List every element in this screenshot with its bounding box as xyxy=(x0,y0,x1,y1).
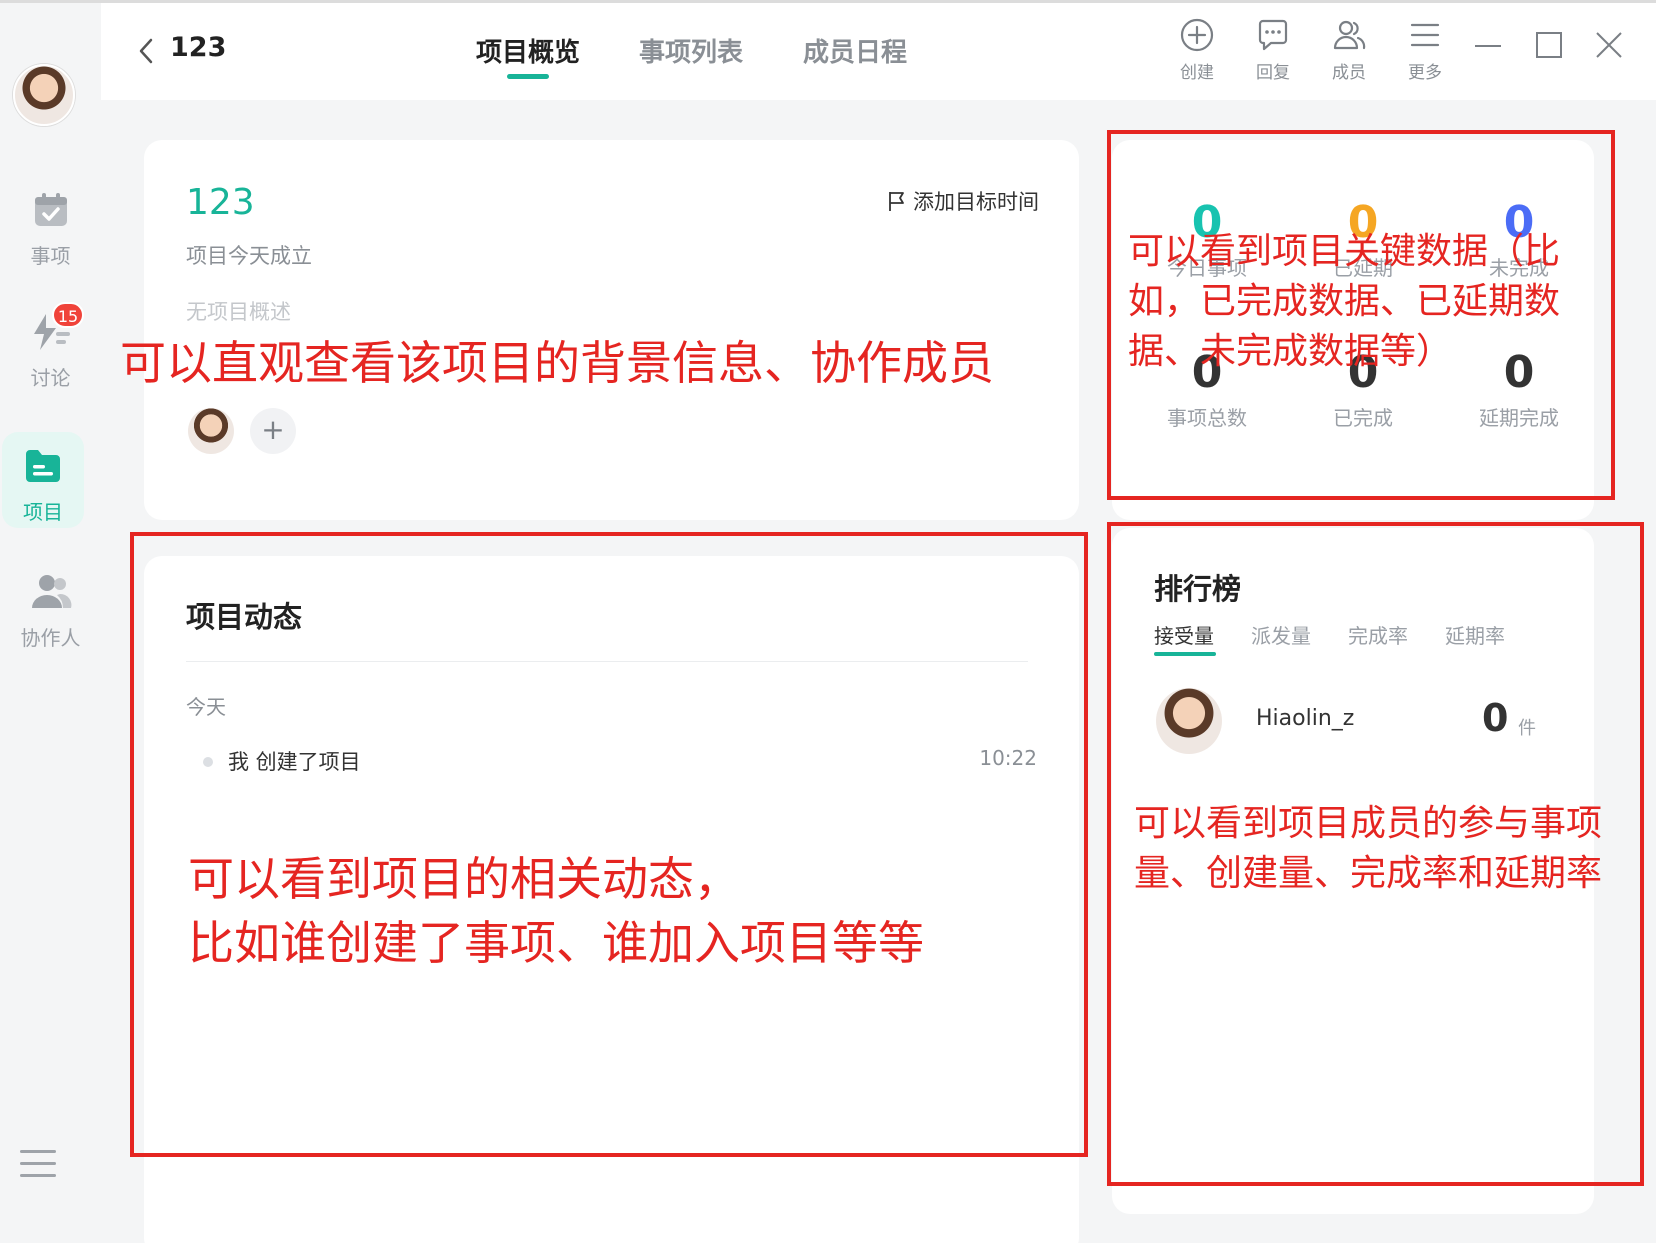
sidebar-item-label: 协作人 xyxy=(20,626,81,650)
reply-button[interactable]: 回复 xyxy=(1243,18,1303,83)
member-avatar[interactable] xyxy=(188,408,234,454)
minimize-icon[interactable] xyxy=(1473,30,1503,64)
create-button[interactable]: 创建 xyxy=(1167,18,1227,83)
sidebar-item-label: 讨论 xyxy=(30,366,71,390)
annotation-activity-line1: 可以看到项目的相关动态， xyxy=(188,852,740,906)
project-info-card: 123 项目今天成立 无项目概述 添加目标时间 + xyxy=(144,140,1079,520)
annotation-stats-line1: 可以看到项目关键数据（比 xyxy=(1128,231,1561,272)
project-created-text: 项目今天成立 xyxy=(186,244,312,268)
project-description[interactable]: 无项目概述 xyxy=(186,296,291,326)
annotation-activity-line2: 比如谁创建了事项、谁加入项目等等 xyxy=(188,916,924,970)
more-button[interactable]: 更多 xyxy=(1395,18,1455,83)
close-icon[interactable] xyxy=(1594,30,1624,64)
top-header: 123 项目概览 事项列表 成员日程 创建 回复 成员 更多 xyxy=(101,0,1656,100)
maximize-icon[interactable] xyxy=(1534,30,1564,64)
user-avatar[interactable] xyxy=(13,64,75,126)
create-label: 创建 xyxy=(1180,63,1214,83)
top-border xyxy=(0,0,1656,3)
members-label: 成员 xyxy=(1332,63,1366,83)
unread-badge: 15 xyxy=(52,302,84,328)
annotation-info: 可以直观查看该项目的背景信息、协作成员 xyxy=(120,336,994,390)
calendar-check-icon xyxy=(31,190,71,234)
add-target-time-label: 添加目标时间 xyxy=(913,190,1039,214)
members-button[interactable]: 成员 xyxy=(1319,18,1379,83)
hamburger-menu-icon[interactable] xyxy=(20,1148,58,1184)
tab-overview[interactable]: 项目概览 xyxy=(476,32,580,69)
reply-label: 回复 xyxy=(1256,63,1290,83)
more-label: 更多 xyxy=(1408,63,1442,83)
annotation-stats-line3: 据、未完成数据等） xyxy=(1128,331,1453,372)
list-menu-icon xyxy=(1410,23,1440,47)
annotation-box-activity xyxy=(130,532,1088,1157)
plus-circle-icon xyxy=(1180,18,1214,52)
tab-task-list[interactable]: 事项列表 xyxy=(639,32,743,69)
sidebar-item-projects[interactable]: 项目 xyxy=(2,432,84,528)
members-icon xyxy=(1333,20,1366,50)
sidebar-item-label: 项目 xyxy=(23,500,63,524)
sidebar-item-discussion[interactable]: 讨论 xyxy=(0,312,101,408)
sidebar-item-label: 事项 xyxy=(30,244,71,268)
app-window: 事项 讨论 15 项目 协作人 123 项目概览 事项列表 成员日程 创建 回复… xyxy=(0,0,1656,1243)
annotation-stats-line2: 如，已完成数据、已延期数 xyxy=(1128,281,1561,322)
sidebar-item-tasks[interactable]: 事项 xyxy=(0,190,101,286)
active-tab-indicator xyxy=(507,74,549,79)
folder-icon xyxy=(24,448,62,488)
sidebar: 事项 讨论 15 项目 协作人 xyxy=(0,0,101,1243)
annotation-ranking-line2: 量、创建量、完成率和延期率 xyxy=(1134,853,1603,894)
chat-bubble-icon xyxy=(1258,19,1288,51)
tab-member-schedule[interactable]: 成员日程 xyxy=(803,32,907,69)
project-title: 123 xyxy=(186,182,255,223)
annotation-ranking-line1: 可以看到项目成员的参与事项 xyxy=(1134,803,1603,844)
chevron-left-icon[interactable] xyxy=(138,38,154,68)
sidebar-item-collaborators[interactable]: 协作人 xyxy=(0,572,101,668)
add-target-time-button[interactable]: 添加目标时间 xyxy=(887,186,1039,216)
flag-icon xyxy=(889,192,904,211)
users-icon xyxy=(30,572,72,614)
project-name: 123 xyxy=(170,32,227,63)
add-member-button[interactable]: + xyxy=(250,408,296,454)
